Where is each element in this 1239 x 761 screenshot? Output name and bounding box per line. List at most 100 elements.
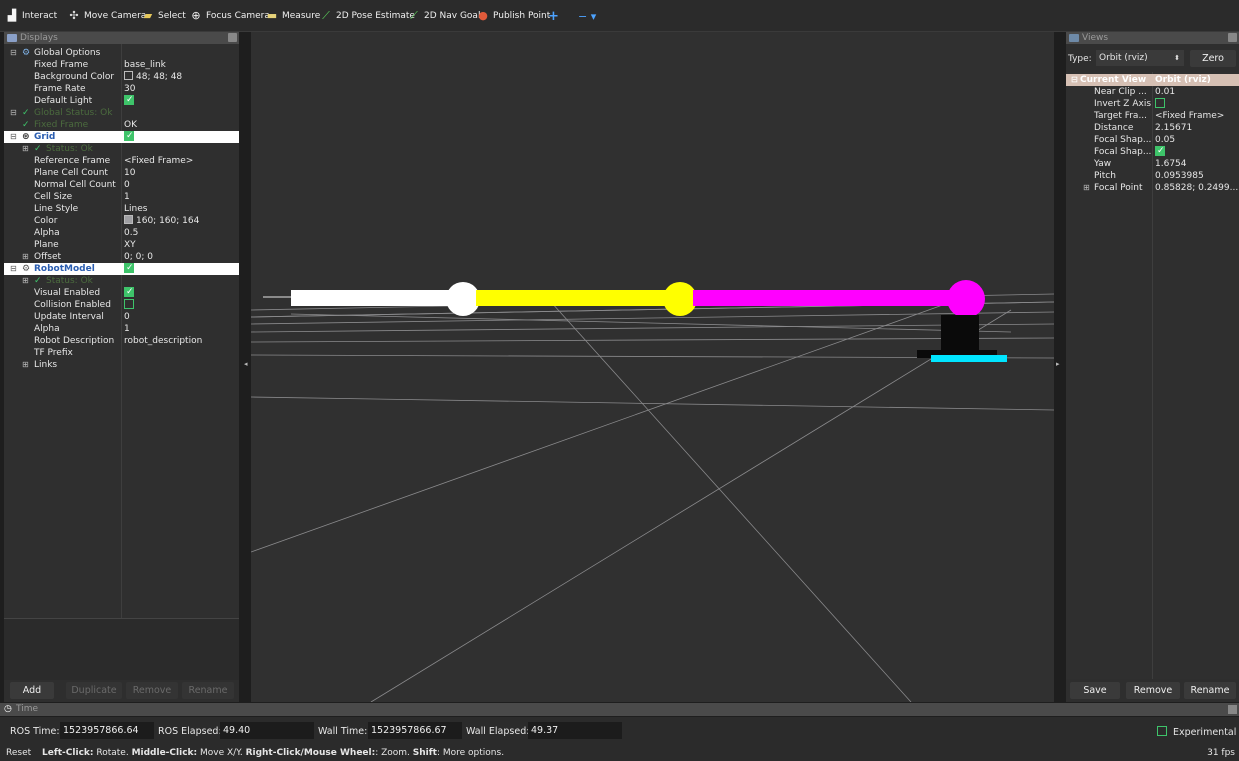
wall-time-field[interactable]: 1523957866.67 bbox=[368, 722, 462, 739]
select-icon: ▰ bbox=[143, 9, 153, 22]
remove-tool-button[interactable]: − ▾ bbox=[578, 8, 596, 24]
tree-row-plane-cell-count[interactable]: Plane Cell Count 10 bbox=[4, 167, 239, 179]
2d-pose-estimate-tool-button[interactable]: ⟋ 2D Pose Estimate bbox=[320, 8, 415, 24]
zero-button[interactable]: Zero bbox=[1190, 50, 1236, 67]
tree-row-fixed-frame-status[interactable]: ✓ Fixed Frame OK bbox=[4, 119, 239, 131]
rename-view-button[interactable]: Rename bbox=[1184, 682, 1236, 699]
displays-tree[interactable]: ⊟ ⚙ Global Options Fixed Frame base_link… bbox=[4, 44, 239, 618]
tree-row-grid[interactable]: ⊟ ⊛ Grid bbox=[4, 130, 239, 143]
view-type-select[interactable]: Orbit (rviz) ⬍ bbox=[1096, 50, 1184, 66]
collapse-icon[interactable]: ⊟ bbox=[10, 263, 17, 275]
add-tool-button[interactable]: + bbox=[548, 8, 559, 24]
plus-icon: + bbox=[548, 8, 559, 24]
tree-row-update-interval[interactable]: Update Interval 0 bbox=[4, 311, 239, 323]
tree-row-default-light[interactable]: Default Light bbox=[4, 94, 239, 107]
focal-shape-fixed-row[interactable]: Focal Shap... bbox=[1066, 145, 1239, 158]
tree-row-global-status[interactable]: ⊟ ✓ Global Status: Ok bbox=[4, 107, 239, 119]
nav-goal-icon: ⟋ bbox=[410, 9, 418, 22]
tree-row-visual-enabled[interactable]: Visual Enabled bbox=[4, 286, 239, 299]
tree-row-line-style[interactable]: Line Style Lines bbox=[4, 203, 239, 215]
invert-z-axis-row[interactable]: Invert Z Axis bbox=[1066, 98, 1239, 110]
tree-row-background-color[interactable]: Background Color 48; 48; 48 bbox=[4, 71, 239, 83]
tree-row-cell-size[interactable]: Cell Size 1 bbox=[4, 191, 239, 203]
robot-link-magenta bbox=[693, 290, 967, 306]
near-clip-row[interactable]: Near Clip ... 0.01 bbox=[1066, 86, 1239, 98]
remove-view-button[interactable]: Remove bbox=[1126, 682, 1180, 699]
publish-point-tool-button[interactable]: ● Publish Point bbox=[477, 8, 550, 24]
view-properties-tree[interactable]: ⊟ Current View Orbit (rviz) Near Clip ..… bbox=[1066, 72, 1239, 679]
reset-button[interactable]: Reset bbox=[6, 745, 31, 761]
collapse-icon[interactable]: ⊟ bbox=[10, 47, 17, 59]
tree-row-robot-alpha[interactable]: Alpha 1 bbox=[4, 323, 239, 335]
tree-row-robot-model[interactable]: ⊟ ⚙ RobotModel bbox=[4, 262, 239, 275]
tree-row-normal-cell-count[interactable]: Normal Cell Count 0 bbox=[4, 179, 239, 191]
target-frame-row[interactable]: Target Fra... <Fixed Frame> bbox=[1066, 110, 1239, 122]
close-icon[interactable] bbox=[228, 33, 237, 42]
robot-model-enabled-checkbox[interactable] bbox=[124, 262, 134, 274]
ros-elapsed-field[interactable]: 49.40 bbox=[220, 722, 314, 739]
tree-row-fixed-frame[interactable]: Fixed Frame base_link bbox=[4, 59, 239, 71]
tree-row-plane[interactable]: Plane XY bbox=[4, 239, 239, 251]
check-icon: ✓ bbox=[34, 144, 42, 154]
publish-point-icon: ● bbox=[478, 9, 488, 22]
tree-row-grid-status[interactable]: ⊞ ✓ Status: Ok bbox=[4, 143, 239, 155]
focus-camera-tool-button[interactable]: ⊕ Focus Camera bbox=[190, 8, 270, 24]
interact-tool-button[interactable]: ▟ Interact bbox=[6, 8, 57, 24]
add-display-button[interactable]: Add bbox=[10, 682, 54, 699]
tree-row-frame-rate[interactable]: Frame Rate 30 bbox=[4, 83, 239, 95]
experimental-checkbox[interactable] bbox=[1157, 726, 1167, 736]
current-view-row[interactable]: ⊟ Current View Orbit (rviz) bbox=[1066, 74, 1239, 86]
tree-row-alpha[interactable]: Alpha 0.5 bbox=[4, 227, 239, 239]
tree-row-collision-enabled[interactable]: Collision Enabled bbox=[4, 299, 239, 311]
tree-row-tf-prefix[interactable]: TF Prefix bbox=[4, 347, 239, 359]
tree-row-links[interactable]: ⊞ Links bbox=[4, 359, 239, 371]
collapse-icon[interactable]: ⊟ bbox=[1071, 74, 1078, 86]
tree-row-reference-frame[interactable]: Reference Frame <Fixed Frame> bbox=[4, 155, 239, 167]
collapse-right-panel-arrow[interactable]: ▸ bbox=[1056, 360, 1060, 368]
remove-display-button[interactable]: Remove bbox=[126, 682, 178, 699]
focal-shape-fixed-checkbox[interactable] bbox=[1155, 145, 1165, 157]
grid-enabled-checkbox[interactable] bbox=[124, 130, 134, 142]
collapse-left-panel-arrow[interactable]: ◂ bbox=[244, 360, 248, 368]
tree-row-offset[interactable]: ⊞ Offset 0; 0; 0 bbox=[4, 251, 239, 263]
collision-enabled-checkbox[interactable] bbox=[124, 299, 134, 309]
tree-row-global-options[interactable]: ⊟ ⚙ Global Options bbox=[4, 47, 239, 59]
2d-nav-goal-tool-button[interactable]: ⟋ 2D Nav Goal bbox=[408, 8, 480, 24]
render-canvas[interactable] bbox=[251, 32, 1054, 702]
select-tool-button[interactable]: ▰ Select bbox=[142, 8, 186, 24]
rename-display-button[interactable]: Rename bbox=[182, 682, 234, 699]
duplicate-display-button[interactable]: Duplicate bbox=[66, 682, 122, 699]
expand-icon[interactable]: ⊞ bbox=[22, 143, 29, 155]
pose-estimate-icon: ⟋ bbox=[322, 9, 330, 22]
focal-point-row[interactable]: ⊞ Focal Point 0.85828; 0.2499... bbox=[1066, 182, 1239, 194]
robot-link-stub bbox=[263, 296, 293, 298]
invert-z-axis-checkbox[interactable] bbox=[1155, 98, 1165, 108]
3d-render-view[interactable] bbox=[251, 32, 1054, 702]
save-view-button[interactable]: Save bbox=[1070, 682, 1120, 699]
experimental-toggle[interactable]: Experimental bbox=[1157, 726, 1236, 738]
tree-row-robot-description[interactable]: Robot Description robot_description bbox=[4, 335, 239, 347]
tree-row-color[interactable]: Color 160; 160; 164 bbox=[4, 215, 239, 227]
expand-icon[interactable]: ⊞ bbox=[22, 251, 29, 263]
collapse-icon[interactable]: ⊟ bbox=[10, 107, 17, 119]
close-icon[interactable] bbox=[1228, 705, 1237, 714]
yaw-row[interactable]: Yaw 1.6754 bbox=[1066, 158, 1239, 170]
ros-time-field[interactable]: 1523957866.64 bbox=[60, 722, 154, 739]
collapse-icon[interactable]: ⊟ bbox=[10, 131, 17, 143]
displays-panel-icon bbox=[7, 34, 17, 42]
expand-icon[interactable]: ⊞ bbox=[22, 275, 29, 287]
expand-icon[interactable]: ⊞ bbox=[22, 359, 29, 371]
measure-tool-button[interactable]: ▬ Measure bbox=[266, 8, 320, 24]
tree-row-robot-status[interactable]: ⊞ ✓ Status: Ok bbox=[4, 275, 239, 287]
wall-elapsed-field[interactable]: 49.37 bbox=[528, 722, 622, 739]
minus-icon: − ▾ bbox=[578, 9, 597, 23]
pitch-row[interactable]: Pitch 0.0953985 bbox=[1066, 170, 1239, 182]
visual-enabled-checkbox[interactable] bbox=[124, 286, 134, 298]
expand-icon[interactable]: ⊞ bbox=[1083, 182, 1090, 194]
focal-shape-size-row[interactable]: Focal Shap... 0.05 bbox=[1066, 134, 1239, 146]
default-light-checkbox[interactable] bbox=[124, 94, 134, 106]
distance-row[interactable]: Distance 2.15671 bbox=[1066, 122, 1239, 134]
fps-indicator: 31 fps bbox=[1207, 748, 1235, 758]
move-camera-tool-button[interactable]: ✣ Move Camera bbox=[68, 8, 146, 24]
close-icon[interactable] bbox=[1228, 33, 1237, 42]
